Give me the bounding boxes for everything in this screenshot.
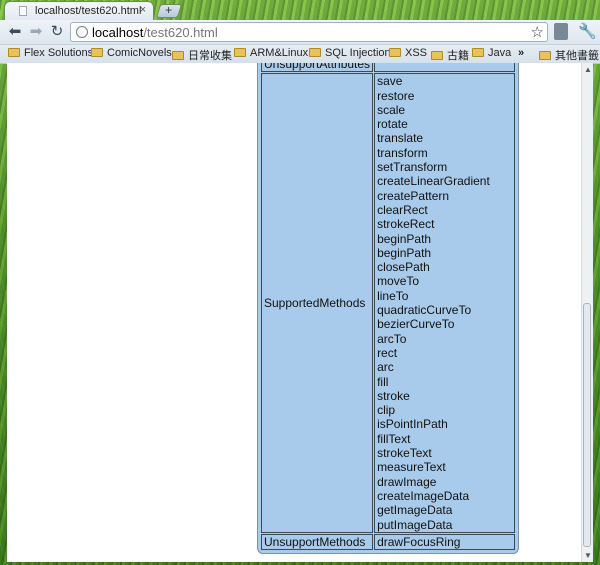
unsupport-methods-value: drawFocusRing — [374, 533, 515, 551]
bookmark-label: 其他書籤 — [555, 50, 599, 62]
url-host: localhost — [92, 25, 144, 40]
tab-title: localhost/test620.html — [35, 5, 142, 17]
page-icon — [19, 6, 27, 16]
folder-icon — [389, 48, 401, 57]
bookmark-label: ARM&Linux — [250, 47, 309, 59]
vertical-scrollbar[interactable]: ▲ ▼ — [581, 63, 593, 562]
scrollbar-thumb[interactable] — [583, 303, 591, 547]
bookmarks-overflow-chevron[interactable]: » — [518, 47, 524, 59]
method-item: closePath — [377, 260, 430, 275]
method-item: createImageData — [377, 488, 470, 503]
method-item: getImageData — [377, 503, 453, 518]
forward-button[interactable]: ➡ — [27, 23, 45, 41]
method-item: fill — [377, 374, 389, 389]
page-viewport: UnsupportAttributes SupportedMethods sav… — [7, 63, 593, 562]
bookmark-label: 日常收集 — [188, 50, 232, 62]
method-item: save — [377, 74, 403, 89]
method-item: drawImage — [377, 474, 437, 489]
url-path: /test620.html — [143, 25, 218, 40]
bookmarks-bar: Flex Solutions ComicNovels 日常收集 ARM&Linu… — [0, 45, 600, 64]
method-item: beginPath — [377, 231, 432, 246]
method-item: rotate — [377, 117, 408, 132]
bookmark-item[interactable]: ARM&Linux — [234, 47, 308, 59]
method-item: strokeRect — [377, 217, 435, 232]
unsupport-methods-label: UnsupportMethods — [261, 533, 374, 551]
method-item: isPointInPath — [377, 417, 448, 432]
reload-button[interactable]: ↻ — [48, 23, 66, 41]
bookmark-label: Java — [488, 47, 512, 59]
folder-icon — [431, 51, 443, 60]
bookmark-label: Flex Solutions — [24, 47, 94, 59]
method-item: setTransform — [377, 160, 448, 175]
bookmark-item[interactable]: 日常收集 — [172, 47, 232, 63]
method-item: fillText — [377, 431, 411, 446]
method-item: rect — [377, 345, 398, 360]
globe-icon — [76, 26, 88, 38]
method-item: restore — [377, 88, 415, 103]
address-bar[interactable]: localhost/test620.html ☆ — [70, 22, 548, 42]
method-item: arc — [377, 360, 394, 375]
folder-icon — [539, 51, 551, 60]
page-menu-icon[interactable] — [554, 23, 568, 40]
method-item: stroke — [377, 388, 410, 403]
plus-icon: + — [165, 3, 173, 17]
url-text: localhost/test620.html — [92, 25, 218, 40]
scroll-up-arrow-icon[interactable]: ▲ — [584, 65, 592, 74]
methods-table: UnsupportAttributes SupportedMethods sav… — [260, 63, 516, 551]
bookmark-item[interactable]: 古籍 — [431, 47, 469, 63]
method-item: putImageData — [377, 517, 453, 532]
method-item: measureText — [377, 460, 446, 475]
bookmark-item[interactable]: Java — [472, 47, 511, 59]
method-item: clearRect — [377, 202, 428, 217]
method-item: moveTo — [377, 274, 420, 289]
method-item: beginPath — [377, 245, 432, 260]
canvas-support-table: UnsupportAttributes SupportedMethods sav… — [257, 63, 519, 555]
folder-icon — [234, 48, 246, 57]
folder-icon — [91, 48, 103, 57]
supported-methods-list: save restore scale rotate translate transform… — [374, 73, 515, 533]
bookmark-item[interactable]: ComicNovels — [91, 47, 172, 59]
bookmark-item[interactable]: XSS — [389, 47, 427, 59]
toolbar: ⬅ ➡ ↻ localhost/test620.html ☆ 🔧 — [0, 20, 600, 45]
new-tab-button[interactable]: + — [155, 3, 183, 18]
bookmark-label: 古籍 — [447, 50, 469, 62]
method-item: bezierCurveTo — [377, 317, 455, 332]
method-item: arcTo — [377, 331, 407, 346]
method-item: quadraticCurveTo — [377, 303, 472, 318]
window-controls — [502, 0, 600, 16]
method-item: scale — [377, 102, 406, 117]
method-item: transform — [377, 145, 428, 160]
bookmark-label: XSS — [405, 47, 428, 59]
supported-methods-label: SupportedMethods — [261, 73, 374, 533]
table-row: UnsupportMethods drawFocusRing — [261, 533, 515, 551]
folder-icon — [309, 48, 321, 57]
back-button[interactable]: ⬅ — [6, 23, 24, 41]
method-item: lineTo — [377, 288, 409, 303]
method-item: createPattern — [377, 188, 450, 203]
bookmark-item[interactable]: SQL Injection — [309, 47, 391, 59]
star-icon[interactable]: ☆ — [531, 23, 544, 41]
table-row: SupportedMethods save restore scale rotate t… — [261, 73, 515, 533]
bookmark-label: SQL Injection — [325, 47, 391, 59]
tab-strip: localhost/test620.html × + — [0, 0, 600, 20]
method-item: clip — [377, 403, 396, 418]
method-item: translate — [377, 131, 424, 146]
close-icon[interactable]: × — [140, 4, 146, 16]
method-item: createLinearGradient — [377, 174, 490, 189]
other-bookmarks[interactable]: 其他書籤 — [539, 47, 599, 63]
tab-localhost[interactable]: localhost/test620.html × — [4, 1, 154, 20]
wrench-icon[interactable]: 🔧 — [578, 22, 597, 40]
folder-icon — [8, 48, 20, 57]
unsupport-attributes-label: UnsupportAttributes — [261, 63, 374, 73]
method-item: strokeText — [377, 446, 432, 461]
bookmark-label: ComicNovels — [107, 47, 172, 59]
scroll-down-arrow-icon[interactable]: ▼ — [584, 551, 592, 560]
table-row: UnsupportAttributes — [261, 63, 515, 73]
folder-icon — [472, 48, 484, 57]
folder-icon — [172, 51, 184, 60]
unsupport-attributes-value — [374, 63, 515, 73]
bookmark-item[interactable]: Flex Solutions — [8, 47, 93, 59]
